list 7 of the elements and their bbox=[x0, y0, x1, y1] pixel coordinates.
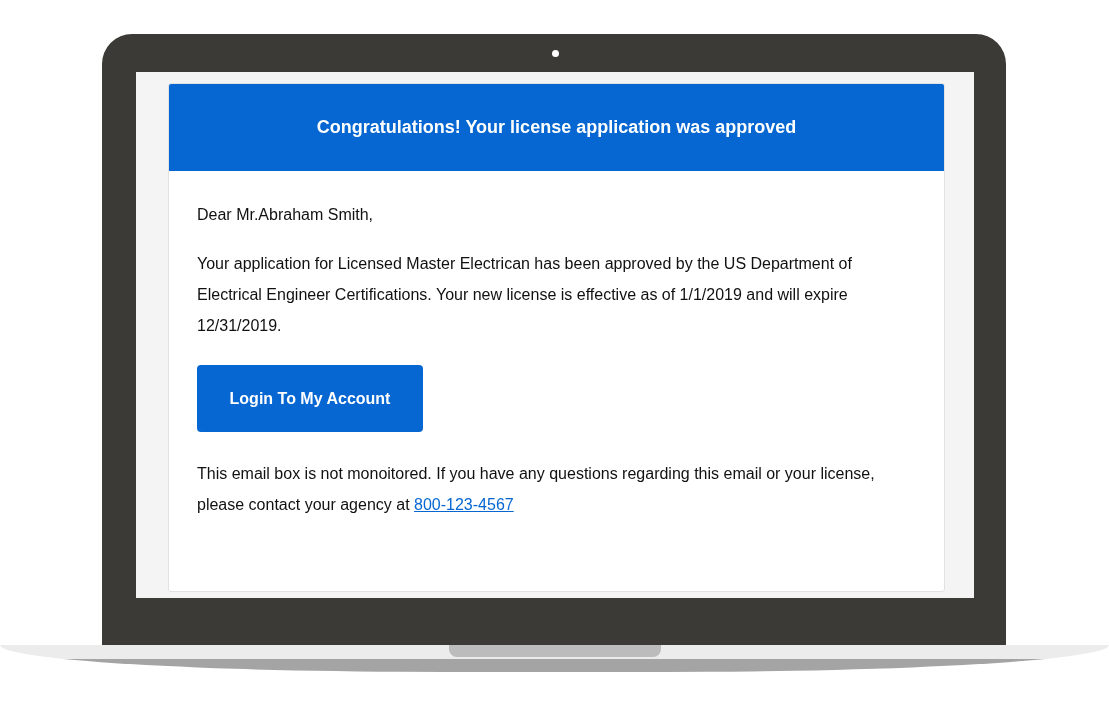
message-text: Your application for Licensed Master Electrican has been approved by the US Department of Electrical Engineer Certifications. Your new license is effective as of 1/1/2019 and will expire 12/31/2019. bbox=[197, 254, 853, 336]
phone-link[interactable]: 800-123-4567 bbox=[414, 496, 514, 513]
greeting-text: Dear Mr.Abraham Smith, bbox=[197, 205, 375, 225]
camera-icon bbox=[551, 49, 559, 57]
login-button[interactable]: Login To My Account bbox=[197, 365, 423, 432]
footer-text: This email box is not monoitored. If you have any questions regarding this email or your license, please contact your agency at 800-123-4567 bbox=[197, 464, 876, 515]
email-header: Congratulations! Your license application was approved bbox=[169, 84, 944, 171]
